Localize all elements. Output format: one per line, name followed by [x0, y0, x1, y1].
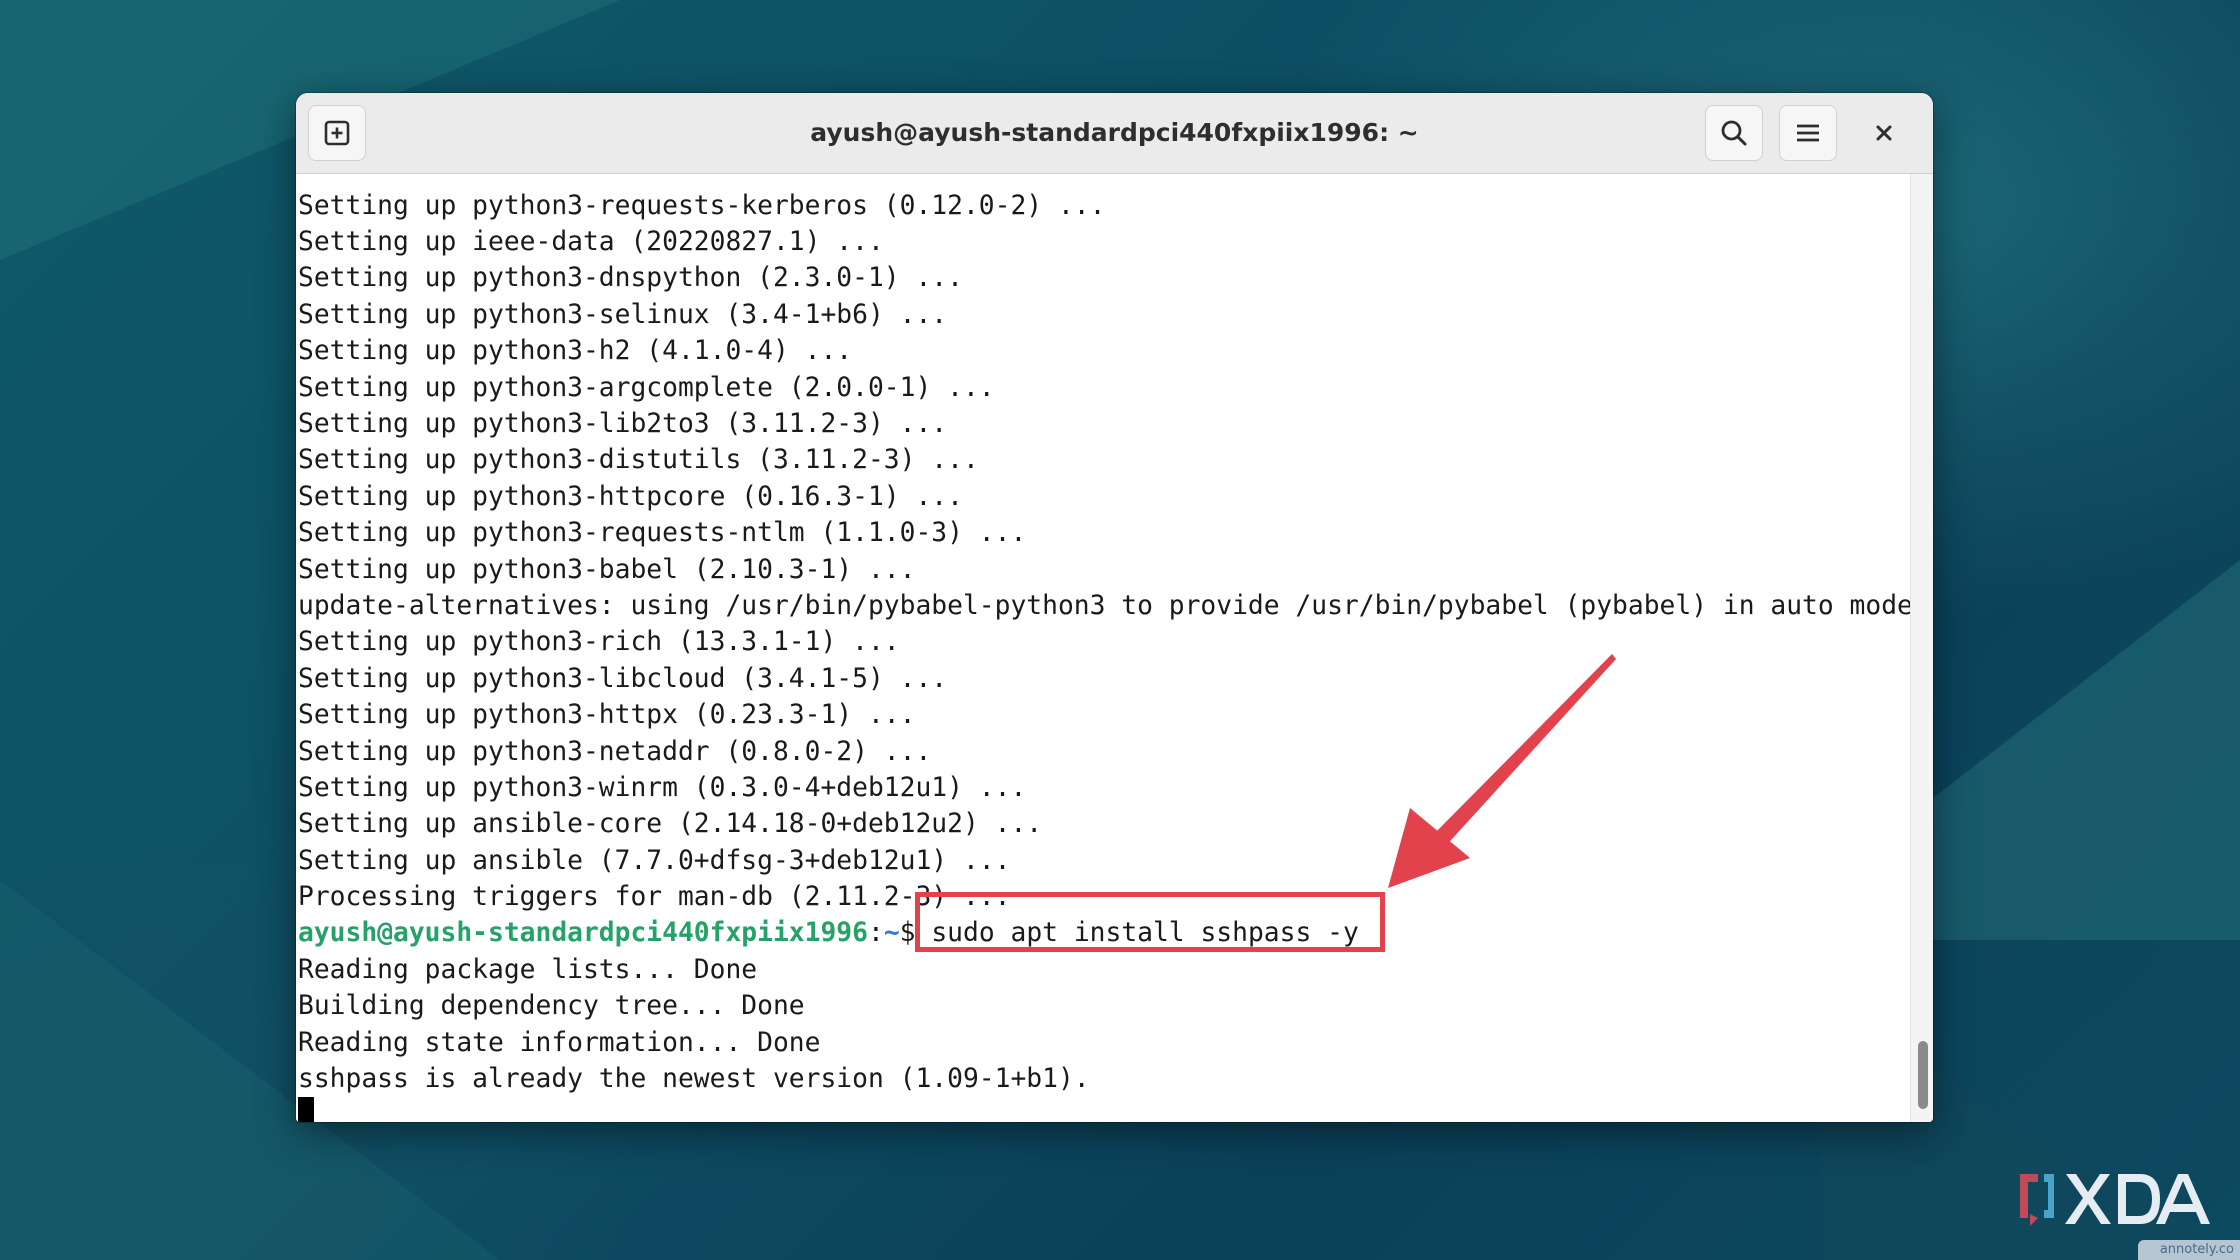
- prompt-separator: :: [867, 918, 884, 948]
- scrollbar[interactable]: [1910, 174, 1933, 1122]
- window-title: ayush@ayush-standardpci440fxpiix1996: ~: [810, 118, 1419, 147]
- terminal-line: Setting up python3-winrm (0.3.0-4+deb12u…: [298, 773, 1027, 803]
- terminal-line: Setting up python3-httpx (0.23.3-1) ...: [298, 700, 916, 730]
- annotation-arrow-icon: [1388, 654, 1616, 888]
- search-icon: [1721, 120, 1747, 146]
- terminal-line: Setting up ansible-core (2.14.18-0+deb12…: [298, 809, 1043, 839]
- command-highlight-box: [915, 892, 1385, 952]
- terminal-line: Setting up python3-selinux (3.4-1+b6) ..…: [298, 300, 948, 330]
- terminal-output-line: sshpass is already the newest version (1…: [298, 1064, 1090, 1094]
- terminal-line: Setting up python3-argcomplete (2.0.0-1)…: [298, 373, 995, 403]
- terminal-line: Setting up python3-distutils (3.11.2-3) …: [298, 445, 979, 475]
- terminal-line: Setting up python3-requests-kerberos (0.…: [298, 191, 1106, 221]
- terminal-line: Setting up python3-h2 (4.1.0-4) ...: [298, 336, 853, 366]
- terminal-line: Setting up python3-requests-ntlm (1.1.0-…: [298, 518, 1027, 548]
- terminal-content[interactable]: Setting up python3-requests-kerberos (0.…: [296, 174, 1913, 1122]
- terminal-line: Setting up python3-rich (13.3.1-1) ...: [298, 627, 900, 657]
- menu-button[interactable]: [1779, 105, 1837, 161]
- new-tab-button[interactable]: [308, 105, 366, 161]
- terminal-line: Processing triggers for man-db (2.11.2-3…: [298, 882, 1011, 912]
- search-button[interactable]: [1705, 105, 1763, 161]
- header-bar: ayush@ayush-standardpci440fxpiix1996: ~: [296, 93, 1933, 174]
- new-tab-icon: [324, 120, 350, 146]
- terminal-line: Setting up python3-dnspython (2.3.0-1) .…: [298, 263, 963, 293]
- scrollbar-thumb[interactable]: [1918, 1041, 1928, 1109]
- terminal-line: Setting up python3-babel (2.10.3-1) ...: [298, 555, 916, 585]
- close-icon: [1876, 125, 1892, 141]
- terminal-output-line: Reading package lists... Done: [298, 955, 758, 985]
- terminal-line: Setting up python3-libcloud (3.4.1-5) ..…: [298, 664, 948, 694]
- terminal-line: Setting up ansible (7.7.0+dfsg-3+deb12u1…: [298, 846, 1011, 876]
- terminal-line: Setting up python3-netaddr (0.8.0-2) ...: [298, 737, 932, 767]
- terminal-line: Setting up python3-httpcore (0.16.3-1) .…: [298, 482, 963, 512]
- prompt-user-host: ayush@ayush-standardpci440fxpiix1996: [298, 918, 868, 948]
- terminal-line: update-alternatives: using /usr/bin/pyba…: [298, 591, 1913, 621]
- xda-logo: [2020, 1174, 2210, 1226]
- terminal-output-line: Reading state information... Done: [298, 1028, 821, 1058]
- watermark: annotely.co: [2137, 1240, 2240, 1260]
- text-cursor: [298, 1097, 314, 1122]
- prompt-path: ~: [883, 918, 900, 948]
- hamburger-menu-icon: [1797, 124, 1819, 142]
- close-button[interactable]: [1862, 111, 1906, 155]
- terminal-output-line: Building dependency tree... Done: [298, 991, 805, 1021]
- terminal-line: Setting up ieee-data (20220827.1) ...: [298, 227, 884, 257]
- terminal-window: ayush@ayush-standardpci440fxpiix1996: ~ …: [296, 93, 1933, 1122]
- terminal-line: Setting up python3-lib2to3 (3.11.2-3) ..…: [298, 409, 948, 439]
